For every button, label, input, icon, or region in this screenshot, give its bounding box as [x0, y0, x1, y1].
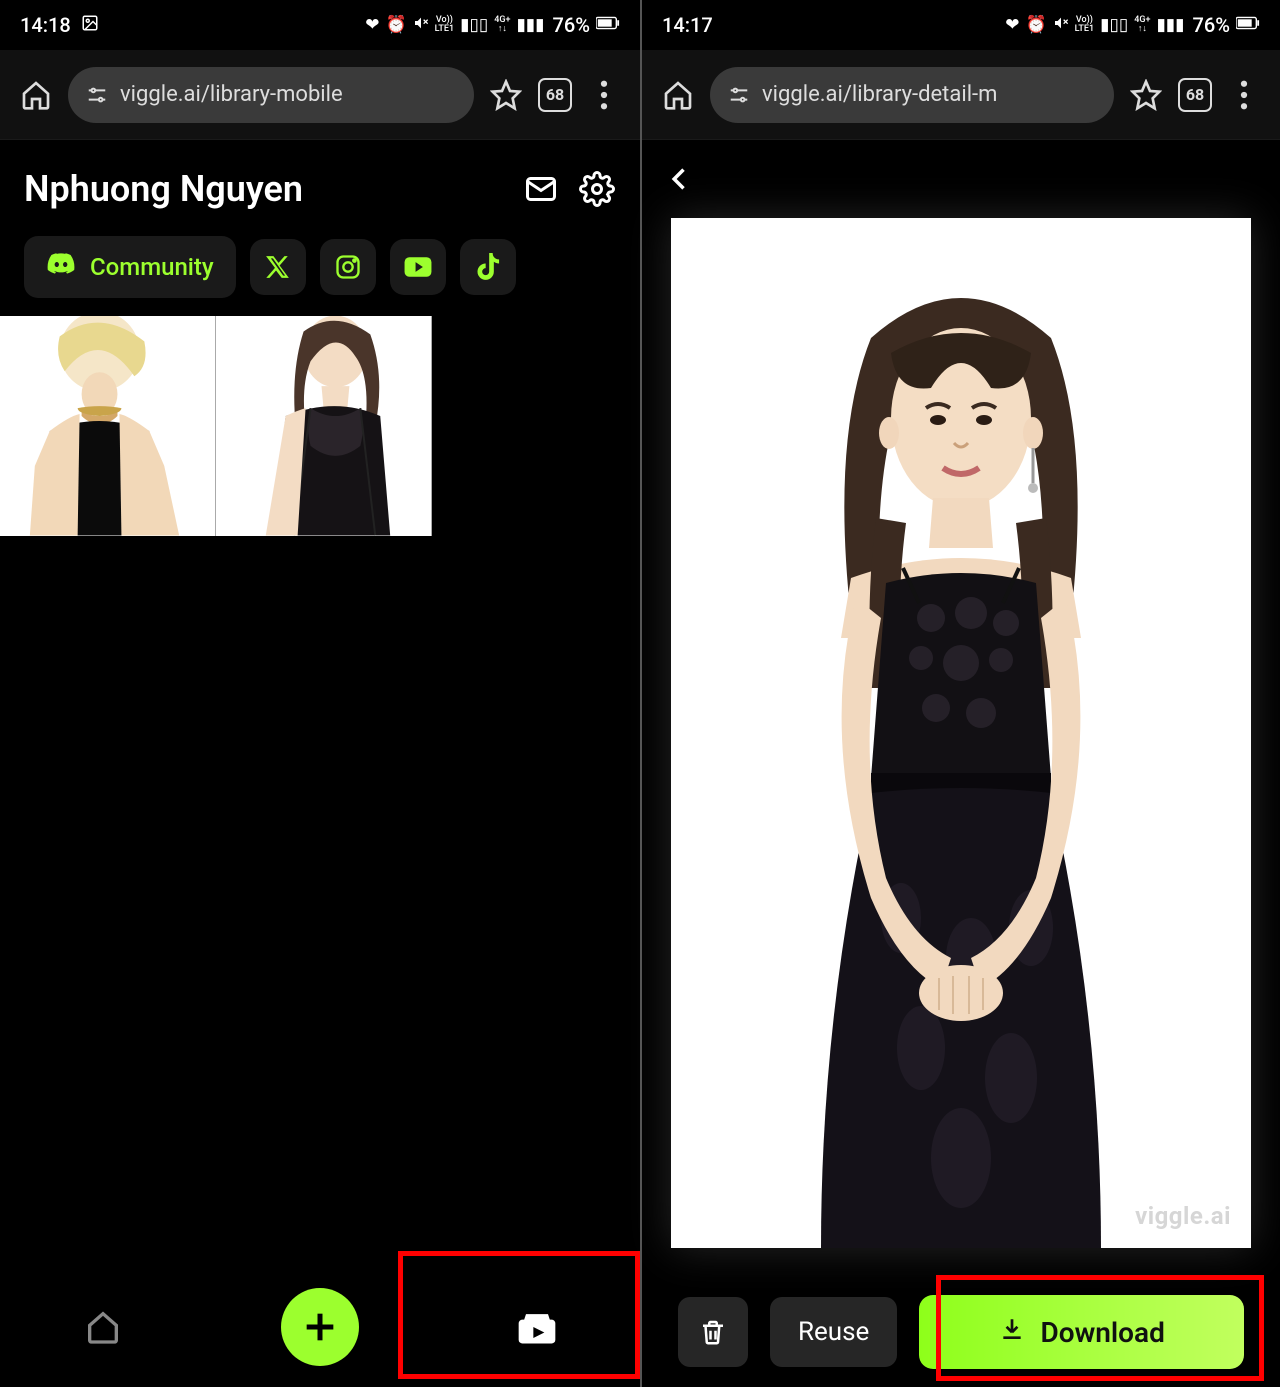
- signal2-icon: ▮▮▮: [516, 15, 544, 35]
- download-label: Download: [1041, 1316, 1165, 1349]
- site-settings-icon[interactable]: [86, 84, 108, 106]
- browser-bar: viggle.ai/library-mobile 68: [0, 50, 640, 140]
- signal-icon: ▮▯▯: [1100, 15, 1128, 35]
- mute-icon: [1053, 15, 1069, 36]
- browser-menu-button[interactable]: [586, 77, 622, 113]
- nav-library-button[interactable]: [509, 1299, 565, 1355]
- user-name: Nphuong Nguyen: [24, 168, 303, 210]
- phone-right: 14:17 ❤ ⏰ Vo))LTE1 ▮▯▯ 4G+↑↓ ▮▮▮ 76% vig…: [640, 0, 1280, 1387]
- nav-home-button[interactable]: [75, 1299, 131, 1355]
- social-row: Community: [0, 228, 640, 316]
- watermark: viggle.ai: [1135, 1202, 1231, 1230]
- url-bar[interactable]: viggle.ai/library-mobile: [68, 67, 474, 123]
- site-settings-icon[interactable]: [728, 84, 750, 106]
- detail-header: [642, 140, 1280, 218]
- bookmark-button[interactable]: [1128, 77, 1164, 113]
- library-item[interactable]: [0, 316, 216, 536]
- tiktok-button[interactable]: [460, 239, 516, 295]
- mail-button[interactable]: [522, 170, 560, 208]
- browser-home-button[interactable]: [18, 77, 54, 113]
- library-grid: [0, 316, 640, 536]
- x-button[interactable]: [250, 239, 306, 295]
- library-item[interactable]: [216, 316, 432, 536]
- browser-menu-button[interactable]: [1226, 77, 1262, 113]
- alarm-icon: ⏰: [1026, 15, 1047, 35]
- signal-icon: ▮▯▯: [460, 15, 488, 35]
- status-bar: 14:17 ❤ ⏰ Vo))LTE1 ▮▯▯ 4G+↑↓ ▮▮▮ 76%: [642, 0, 1280, 50]
- url-text: viggle.ai/library-mobile: [120, 82, 343, 107]
- battery-percent: 76%: [1193, 13, 1230, 37]
- delete-button[interactable]: [678, 1297, 748, 1367]
- tabs-button[interactable]: 68: [1178, 78, 1212, 112]
- youtube-button[interactable]: [390, 239, 446, 295]
- battery-icon: [596, 15, 620, 35]
- battery-percent: 76%: [553, 13, 590, 37]
- discord-icon: [46, 252, 76, 282]
- battery-icon: [1236, 15, 1260, 35]
- instagram-button[interactable]: [320, 239, 376, 295]
- back-button[interactable]: [660, 159, 700, 199]
- browser-home-button[interactable]: [660, 77, 696, 113]
- download-icon: [999, 1316, 1025, 1349]
- lte-icon: Vo))LTE1: [435, 16, 454, 34]
- 4g-icon: 4G+↑↓: [1134, 16, 1150, 34]
- url-text: viggle.ai/library-detail-m: [762, 82, 997, 107]
- reuse-label: Reuse: [798, 1317, 869, 1347]
- detail-actions: Reuse Download: [642, 1295, 1280, 1369]
- heart-icon: ❤: [1005, 15, 1019, 35]
- bottom-nav: [0, 1267, 640, 1387]
- detail-preview[interactable]: viggle.ai: [671, 218, 1251, 1248]
- settings-button[interactable]: [578, 170, 616, 208]
- lte-icon: Vo))LTE1: [1075, 16, 1094, 34]
- community-label: Community: [90, 253, 214, 281]
- status-bar: 14:18 ❤ ⏰ Vo))LTE1 ▮▯▯ 4G+↑↓ ▮▮▮ 76%: [0, 0, 640, 50]
- 4g-icon: 4G+↑↓: [494, 16, 510, 34]
- reuse-button[interactable]: Reuse: [770, 1297, 897, 1367]
- status-time: 14:18: [20, 13, 71, 37]
- status-time: 14:17: [662, 13, 713, 37]
- browser-bar: viggle.ai/library-detail-m 68: [642, 50, 1280, 140]
- app-header: Nphuong Nguyen: [0, 140, 640, 228]
- community-button[interactable]: Community: [24, 236, 236, 298]
- url-bar[interactable]: viggle.ai/library-detail-m: [710, 67, 1114, 123]
- signal2-icon: ▮▮▮: [1156, 15, 1184, 35]
- download-button[interactable]: Download: [919, 1295, 1244, 1369]
- tabs-button[interactable]: 68: [538, 78, 572, 112]
- nav-add-button[interactable]: [281, 1288, 359, 1366]
- heart-icon: ❤: [365, 15, 379, 35]
- mute-icon: [413, 15, 429, 36]
- bookmark-button[interactable]: [488, 77, 524, 113]
- screenshot-icon: [81, 13, 99, 37]
- phone-left: 14:18 ❤ ⏰ Vo))LTE1 ▮▯▯ 4G+↑↓ ▮▮▮ 76% vig…: [0, 0, 640, 1387]
- alarm-icon: ⏰: [386, 15, 407, 35]
